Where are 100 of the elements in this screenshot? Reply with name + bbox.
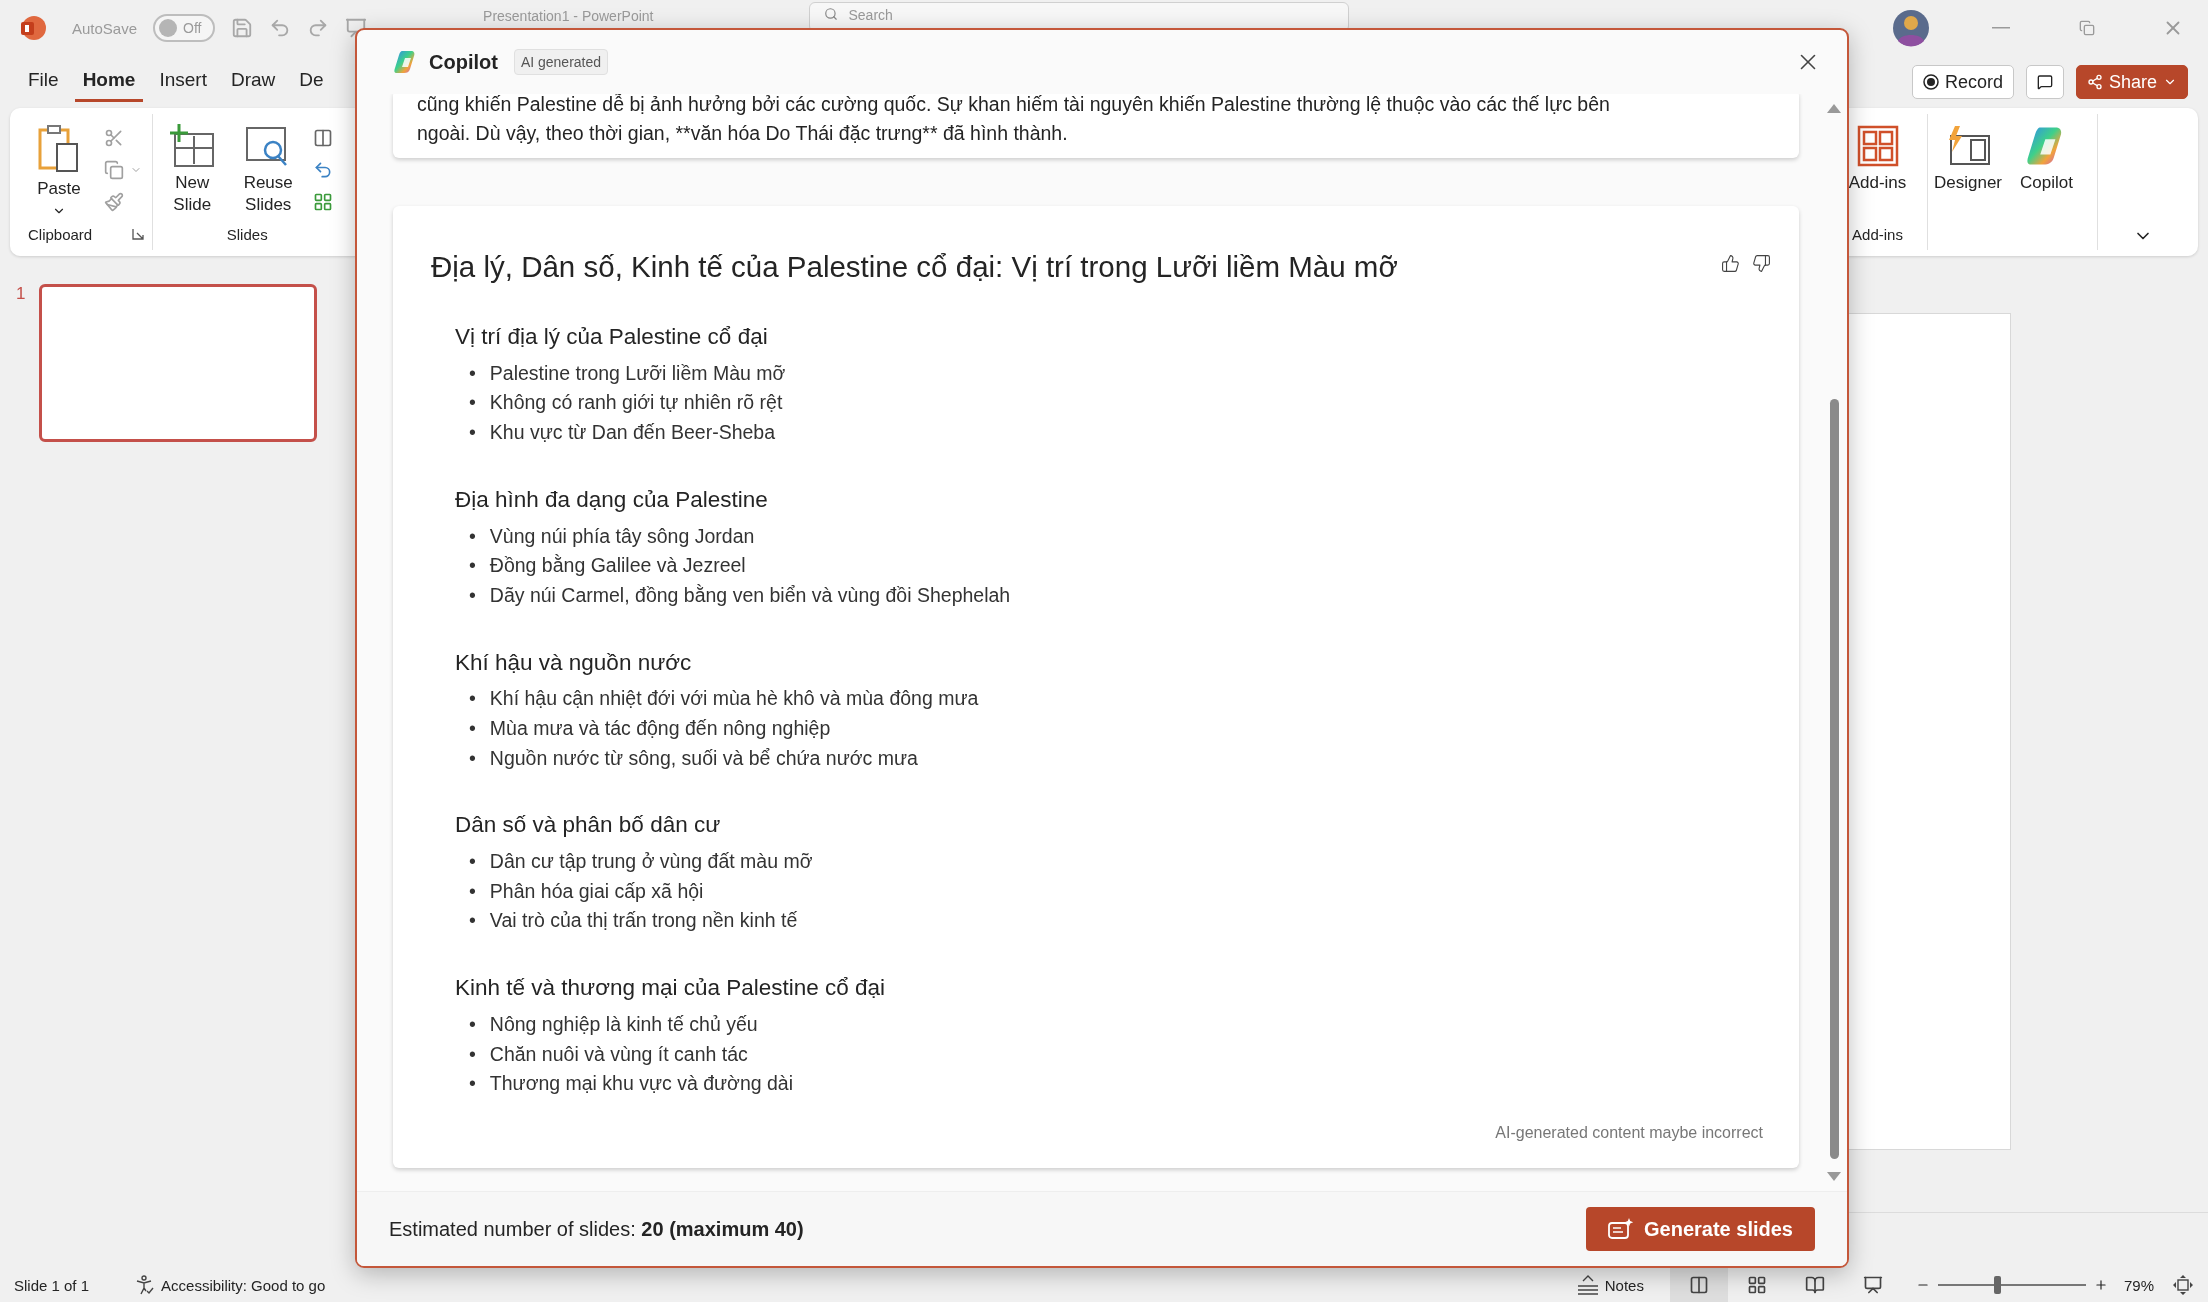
zoom-in-icon[interactable] [2093,1278,2108,1292]
thumbs-up-icon [1721,254,1740,273]
outline-title: Địa lý, Dân số, Kinh tế của Palestine cổ đại: Vị trí trong Lưỡi liềm Màu mỡ [431,250,1399,284]
accessibility-icon [135,1275,156,1295]
toggle-state: Off [183,20,202,36]
scissors-icon [104,128,124,148]
bullet-item: Vùng núi phía tây sông Jordan [489,523,755,549]
bullet-marker: • [469,686,476,712]
window-title: Presentation1 - PowerPoint [483,8,654,24]
comment-icon [2036,74,2053,90]
dialog-launcher-icon[interactable] [132,228,145,241]
section-heading: Khí hậu và nguồn nước [455,649,693,676]
zoom-thumb[interactable] [1994,1276,2002,1294]
minimize-icon [1992,27,2010,29]
reuse-slides-button[interactable]: Reuse Slides [237,120,300,221]
copy-button[interactable] [104,160,142,180]
bullet-item: Không có ranh giới tự nhiên rõ rệt [489,390,783,416]
view-button[interactable] [1669,1268,1728,1302]
grid-icon [1855,124,1900,168]
bullet-item: Phân hóa giai cấp xã hội [489,878,704,904]
bullet-marker: • [469,1011,476,1037]
bullet-item: Palestine trong Lưỡi liềm Màu mỡ [489,360,786,386]
designer-button[interactable]: Designer [1932,120,2005,199]
clipboard-icon [37,124,81,174]
share-button[interactable]: Share [2075,65,2188,99]
add-ins-button[interactable]: Add-ins [1842,120,1913,199]
slideshow-icon [1862,1275,1883,1295]
comments-button[interactable] [2025,65,2064,99]
reading-view-icon [1804,1275,1825,1295]
copy-icon [104,160,124,180]
ribbon-tab[interactable]: Draw [222,62,284,102]
bullet-marker: • [469,1041,476,1067]
response-text: cũng khiến Palestine dễ bị ảnh hưởng bởi các cường quốc. Sự khan hiếm tài nguyên khiến Palestine thường lệ thuộc vào các thế lực bên ngoài. Dù vậy, theo thời gian, **văn hóa Do Thái đặc trưng** đã hình thành. [417,94,1611,146]
disclaimer-text: AI-generated content maybe incorrect [1495,1123,1763,1142]
accessibility-status[interactable]: Accessibility: Good to go [135,1275,326,1295]
bullet-item: Dãy núi Carmel, đồng bằng ven biển và vùng đồi Shephelah [489,582,1011,608]
paste-button[interactable]: Paste [28,120,90,223]
app-logo-icon [20,15,46,41]
scroll-down-icon[interactable] [1827,1172,1841,1181]
bullet-marker: • [469,420,476,445]
section-heading: Địa hình đa dạng của Palestine [455,486,769,513]
slide-estimate: Estimated number of slides: 20 (maximum 40) [389,1217,805,1241]
scrollbar-thumb[interactable] [1829,399,1839,1159]
bullet-item: Nguồn nước từ sông, suối và bể chứa nước mưa [489,745,918,771]
ribbon-tab[interactable]: File [20,62,67,102]
autosave-label: AutoSave [72,19,138,37]
paintbrush-icon [104,192,124,212]
group-label: Add-ins [1852,225,1903,243]
thumbs-down-icon [1752,254,1771,273]
bullet-item: Vai trò của thị trấn trong nền kinh tế [489,908,798,934]
slide-number: 1 [16,284,26,304]
bullet-item: Dân cư tập trung ở vùng đất màu mỡ [489,849,813,875]
bullet-item: Mùa mưa và tác động đến nông nghiệp [489,715,831,741]
notes-button[interactable]: Notes [1576,1275,1644,1295]
ribbon-tab[interactable]: De [291,62,332,102]
bullet-item: Chăn nuôi và vùng ít canh tác [489,1041,748,1067]
bullet-item: Thương mại khu vực và đường dài [489,1071,794,1097]
search-icon [824,7,839,21]
zoom-level[interactable]: 79% [2123,1276,2154,1294]
new-slide-icon [169,124,216,168]
fit-to-window-icon[interactable] [2172,1274,2194,1296]
section-heading: Vị trí địa lý của Palestine cổ đại [455,324,769,350]
bullet-marker: • [469,523,476,549]
layout-button[interactable] [313,128,334,148]
ai-generated-badge: AI generated [513,49,609,75]
record-button[interactable]: Record [1911,65,2014,99]
layout-icon [313,128,334,148]
search-placeholder: Search [848,7,893,23]
group-label: Clipboard [28,225,93,243]
record-icon [1922,74,1939,90]
bullet-item: Khí hậu cận nhiệt đới với mùa hè khô và mùa đông mưa [489,686,979,712]
bullet-item: Đồng bằng Galilee và Jezreel [489,553,746,579]
section-heading: Kinh tế và thương mại của Palestine cổ đại [455,975,887,1002]
share-icon [2086,74,2103,90]
section-heading: Dân số và phân bố dân cư [455,812,722,839]
normal-view-icon [1688,1275,1709,1295]
ribbon-tab[interactable]: Home [74,62,144,102]
restore-icon [2079,20,2095,36]
new-slide-button[interactable]: New Slide [161,120,224,221]
sparkle-slides-icon [1608,1218,1635,1240]
slide-counter: Slide 1 of 1 [14,1276,90,1294]
bullet-marker: • [469,582,476,608]
bullet-marker: • [469,908,476,934]
copilot-button[interactable]: Copilot [2018,120,2075,199]
slide-thumbnail[interactable] [39,284,318,442]
group-label: Slides [226,225,268,243]
bullet-marker: • [469,745,476,771]
bullet-item: Nông nghiệp là kinh tế chủ yếu [489,1011,758,1037]
ribbon-tab[interactable]: Insert [151,62,215,102]
bullet-marker: • [469,849,476,875]
bullet-marker: • [469,1071,476,1097]
bullet-item: Khu vực từ Dan đến Beer-Sheba [489,420,775,445]
dialog-title: Copilot [429,50,498,74]
scroll-up-icon[interactable] [1827,104,1841,113]
bullet-marker: • [469,715,476,741]
avatar[interactable] [1892,9,1930,47]
generate-slides-button[interactable]: Generate slides [1586,1207,1815,1251]
bullet-marker: • [469,390,476,416]
bullet-marker: • [469,360,476,386]
notes-icon [1576,1275,1599,1295]
